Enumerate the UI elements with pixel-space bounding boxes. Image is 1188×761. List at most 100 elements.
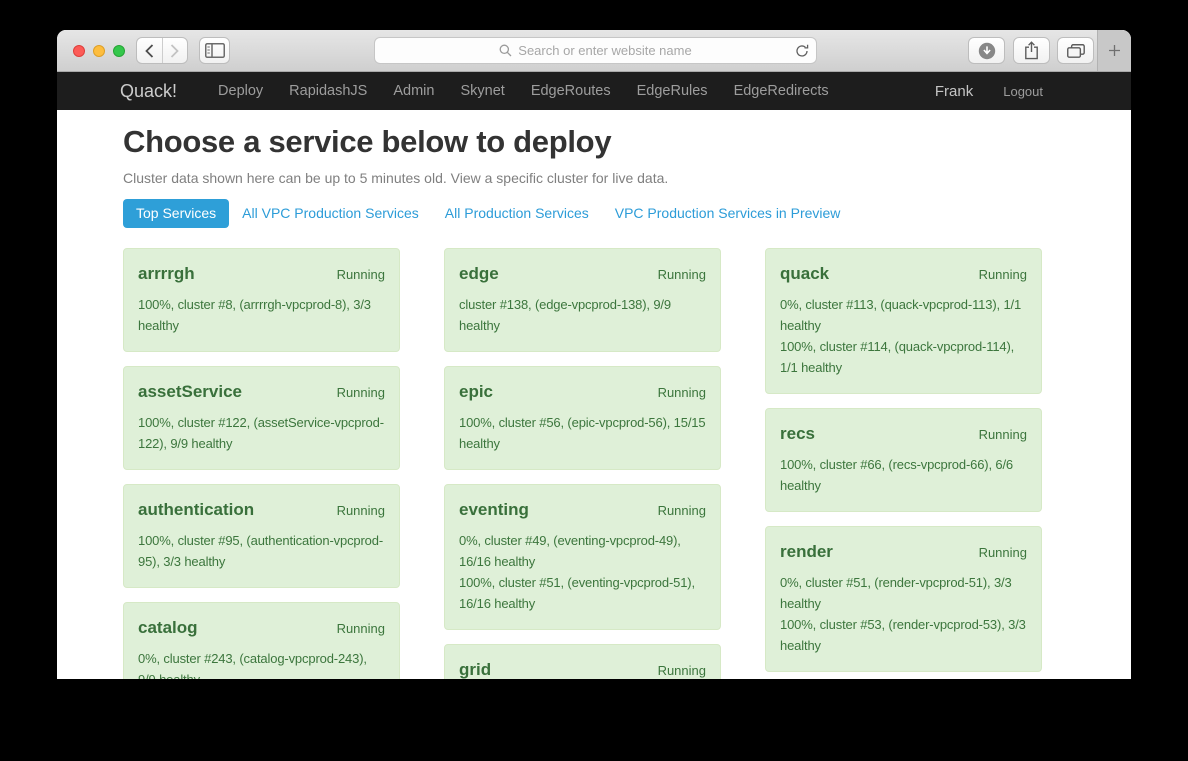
service-cluster-info: 100%, cluster #122, (assetService-vpcpro… (138, 412, 385, 454)
service-cluster-info: 0%, cluster #49, (eventing-vpcprod-49), … (459, 530, 706, 614)
service-card-epic[interactable]: epic Running 100%, cluster #56, (epic-vp… (444, 366, 721, 470)
cluster-status-line: 100%, cluster #56, (epic-vpcprod-56), 15… (459, 415, 706, 451)
brand-link[interactable]: Quack! (120, 81, 177, 102)
service-status-badge: Running (657, 503, 706, 518)
nav-item-skynet[interactable]: Skynet (447, 83, 517, 99)
service-status-badge: Running (336, 267, 385, 282)
browser-toolbar: Search or enter website name (57, 30, 1131, 72)
forward-button[interactable] (161, 38, 187, 63)
share-button[interactable] (1013, 37, 1050, 64)
cluster-status-line: 100%, cluster #114, (quack-vpcprod-114),… (780, 339, 1015, 375)
window-close-button[interactable] (73, 44, 85, 57)
service-status-badge: Running (336, 385, 385, 400)
nav-item-edgerules[interactable]: EdgeRules (624, 83, 721, 99)
forward-icon (171, 43, 180, 58)
service-name: authentication (138, 500, 255, 519)
service-card-grid[interactable]: grid Running (444, 644, 721, 679)
service-name: assetService (138, 382, 242, 401)
history-nav-group (136, 37, 188, 64)
service-cluster-info: 100%, cluster #8, (arrrrgh-vpcprod-8), 3… (138, 294, 385, 336)
service-cluster-info: 0%, cluster #51, (render-vpcprod-51), 3/… (780, 572, 1027, 656)
nav-item-admin[interactable]: Admin (380, 83, 447, 99)
service-status-badge: Running (657, 385, 706, 400)
service-name: catalog (138, 618, 198, 637)
cluster-status-line: 100%, cluster #95, (authentication-vpcpr… (138, 533, 384, 569)
service-cluster-info: 100%, cluster #95, (authentication-vpcpr… (138, 530, 385, 572)
back-icon (145, 43, 154, 58)
navbar-links: Deploy RapidashJS Admin Skynet EdgeRoutes Edg… (205, 83, 842, 99)
service-card-header: recs Running (780, 423, 1027, 445)
nav-item-rapidashjs[interactable]: RapidashJS (276, 83, 380, 99)
window-minimize-button[interactable] (93, 44, 105, 57)
sidebar-toggle-button[interactable] (199, 37, 230, 64)
tab-top-services[interactable]: Top Services (123, 199, 230, 228)
service-column: arrrrgh Running 100%, cluster #8, (arrrr… (123, 248, 400, 679)
service-status-badge: Running (657, 267, 706, 282)
service-status-badge: Running (978, 267, 1027, 282)
new-tab-icon (1109, 45, 1120, 56)
service-card-edge[interactable]: edge Running cluster #138, (edge-vpcprod… (444, 248, 721, 352)
service-name: eventing (459, 500, 529, 519)
service-status-badge: Running (978, 545, 1027, 560)
nav-item-edgeroutes[interactable]: EdgeRoutes (518, 83, 624, 99)
nav-item-edgeredirects[interactable]: EdgeRedirects (721, 83, 842, 99)
sidebar-toggle-icon (204, 43, 225, 58)
reload-button[interactable] (795, 44, 809, 58)
address-bar[interactable]: Search or enter website name (374, 37, 817, 64)
page-title: Choose a service below to deploy (123, 124, 612, 159)
service-card-header: assetService Running (138, 381, 385, 403)
tab-vpc-production-services-in-preview[interactable]: VPC Production Services in Preview (602, 199, 854, 228)
service-card-header: eventing Running (459, 499, 706, 521)
service-cluster-info: 100%, cluster #56, (epic-vpcprod-56), 15… (459, 412, 706, 454)
downloads-button[interactable] (968, 37, 1005, 64)
share-icon (1025, 41, 1038, 60)
cluster-status-line: 100%, cluster #122, (assetService-vpcpro… (138, 415, 384, 451)
window-zoom-button[interactable] (113, 44, 125, 57)
service-status-badge: Running (978, 427, 1027, 442)
service-card-header: arrrrgh Running (138, 263, 385, 285)
service-name: grid (459, 660, 492, 679)
service-card-header: catalog Running (138, 617, 385, 639)
cluster-status-line: 100%, cluster #53, (render-vpcprod-53), … (780, 617, 1026, 653)
address-bar-placeholder: Search or enter website name (518, 43, 692, 58)
cluster-status-line: 0%, cluster #51, (render-vpcprod-51), 3/… (780, 575, 1012, 611)
service-card-header: edge Running (459, 263, 706, 285)
service-grid: arrrrgh Running 100%, cluster #8, (arrrr… (123, 248, 1065, 679)
nav-item-deploy[interactable]: Deploy (205, 83, 276, 99)
service-card-arrrrgh[interactable]: arrrrgh Running 100%, cluster #8, (arrrr… (123, 248, 400, 352)
service-card-header: authentication Running (138, 499, 385, 521)
service-card-assetservice[interactable]: assetService Running 100%, cluster #122,… (123, 366, 400, 470)
service-name: quack (780, 264, 830, 283)
tab-overview-button[interactable] (1057, 37, 1094, 64)
service-card-render[interactable]: render Running 0%, cluster #51, (render-… (765, 526, 1042, 672)
service-status-badge: Running (657, 663, 706, 678)
service-card-header: render Running (780, 541, 1027, 563)
service-name: epic (459, 382, 494, 401)
reload-icon (796, 44, 809, 57)
page-content: Choose a service below to deploy Cluster… (57, 110, 1131, 679)
tab-overview-icon (1066, 43, 1085, 58)
navbar-right: Frank Logout (935, 83, 1043, 100)
browser-window: Search or enter website name Quack! Depl… (57, 30, 1131, 679)
service-card-quack[interactable]: quack Running 0%, cluster #113, (quack-v… (765, 248, 1042, 394)
logout-link[interactable]: Logout (1003, 84, 1043, 99)
cluster-status-line: cluster #138, (edge-vpcprod-138), 9/9 he… (459, 297, 671, 333)
service-cluster-info: 100%, cluster #66, (recs-vpcprod-66), 6/… (780, 454, 1027, 496)
back-button[interactable] (137, 38, 162, 63)
service-card-eventing[interactable]: eventing Running 0%, cluster #49, (event… (444, 484, 721, 630)
service-card-header: quack Running (780, 263, 1027, 285)
service-status-badge: Running (336, 503, 385, 518)
new-tab-button[interactable] (1097, 30, 1131, 71)
service-cluster-info: cluster #138, (edge-vpcprod-138), 9/9 he… (459, 294, 706, 336)
tab-all-production-services[interactable]: All Production Services (432, 199, 602, 228)
service-filter-tabs: Top Services All VPC Production Services A… (123, 199, 1065, 228)
tab-all-vpc-production-services[interactable]: All VPC Production Services (229, 199, 432, 228)
service-card-recs[interactable]: recs Running 100%, cluster #66, (recs-vp… (765, 408, 1042, 512)
desktop-background: Search or enter website name Quack! Depl… (0, 0, 1188, 761)
search-icon (499, 44, 512, 57)
service-card-catalog[interactable]: catalog Running 0%, cluster #243, (catal… (123, 602, 400, 679)
service-card-header: epic Running (459, 381, 706, 403)
cluster-status-line: 100%, cluster #8, (arrrrgh-vpcprod-8), 3… (138, 297, 371, 333)
service-card-authentication[interactable]: authentication Running 100%, cluster #95… (123, 484, 400, 588)
cluster-status-line: 0%, cluster #243, (catalog-vpcprod-243),… (138, 651, 367, 679)
